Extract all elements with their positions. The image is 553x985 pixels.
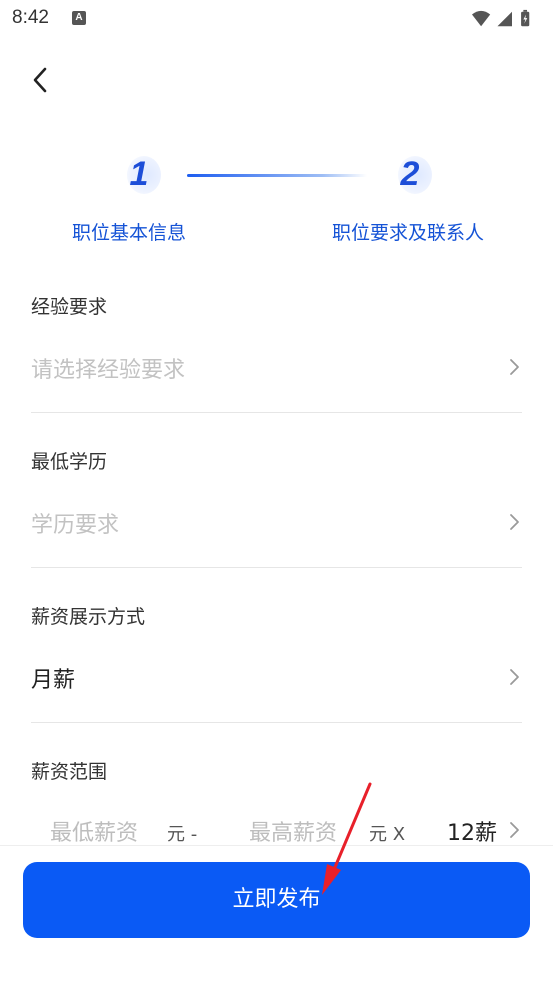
battery-icon (521, 9, 530, 27)
chevron-right-icon (510, 669, 519, 685)
cell-signal-icon (497, 11, 512, 27)
divider (31, 722, 522, 723)
salary-display-value: 月薪 (31, 668, 76, 693)
chevron-right-icon[interactable] (508, 821, 520, 839)
step-connector (187, 174, 367, 177)
status-time: 8:42 (12, 7, 49, 28)
salary-range-field: 薪资范围 (31, 757, 522, 797)
status-bar: 8:42 A (0, 0, 553, 40)
salary-range-label: 薪资范围 (31, 761, 108, 783)
wifi-icon (472, 10, 491, 27)
step-2-number: 2 (400, 155, 420, 193)
stepper: 1 2 职位基本信息 职位要求及联系人 (0, 148, 553, 248)
back-arrow-icon (33, 67, 47, 93)
max-salary-input[interactable]: 最高薪资 (249, 815, 337, 847)
chevron-right-icon (510, 359, 519, 375)
max-salary-unit: 元 X (369, 824, 406, 845)
experience-select[interactable]: 请选择经验要求 (31, 346, 522, 386)
notification-a-icon: A (72, 11, 86, 25)
step-1-indicator: 1 (121, 154, 161, 194)
education-label: 最低学历 (31, 451, 108, 473)
step-1-label: 职位基本信息 (72, 222, 187, 244)
salary-display-field: 薪资展示方式 月薪 (31, 602, 522, 724)
step-2-indicator: 2 (392, 154, 432, 194)
status-icons (472, 9, 530, 27)
divider (31, 567, 522, 568)
back-button[interactable] (22, 62, 58, 98)
divider (31, 412, 522, 413)
step-1-number: 1 (129, 155, 149, 193)
education-placeholder: 学历要求 (31, 513, 120, 538)
salary-months-select[interactable]: 12薪 (447, 815, 497, 847)
chevron-right-icon (510, 514, 519, 530)
experience-placeholder: 请选择经验要求 (31, 358, 186, 383)
experience-label: 经验要求 (31, 296, 108, 318)
education-field: 最低学历 学历要求 (31, 447, 522, 569)
salary-display-label: 薪资展示方式 (31, 606, 146, 628)
min-salary-unit: 元 - (167, 824, 198, 845)
salary-display-select[interactable]: 月薪 (31, 656, 522, 696)
min-salary-input[interactable]: 最低薪资 (50, 815, 138, 847)
publish-button[interactable]: 立即发布 (23, 862, 530, 938)
step-2-label: 职位要求及联系人 (332, 222, 485, 244)
education-select[interactable]: 学历要求 (31, 501, 522, 541)
experience-field: 经验要求 请选择经验要求 (31, 292, 522, 414)
